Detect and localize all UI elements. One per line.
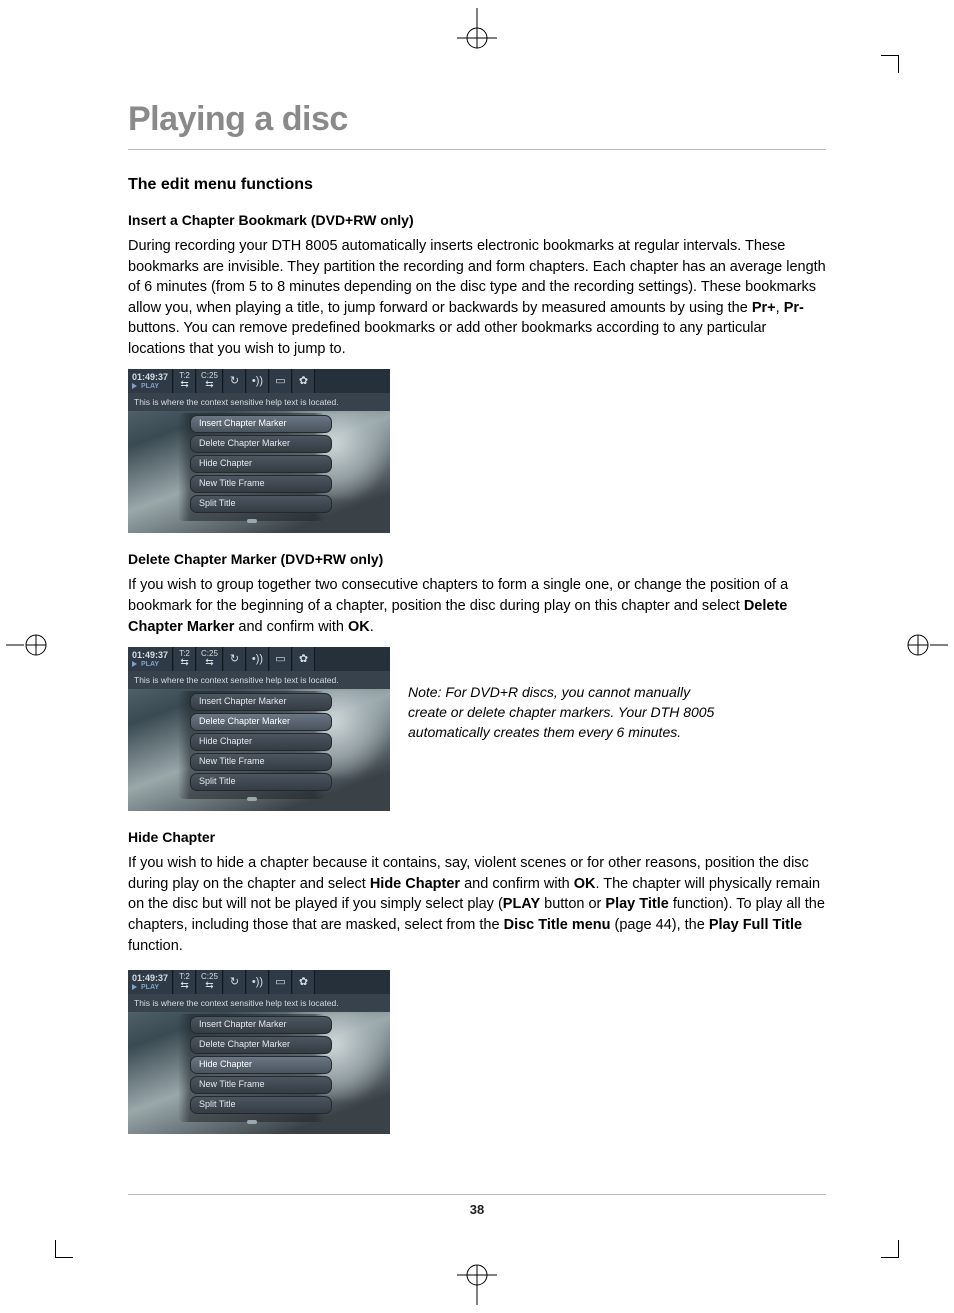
- hide-heading: Hide Chapter: [128, 829, 826, 845]
- crop-mark-top: [449, 8, 505, 54]
- crop-mark-bottom: [449, 1259, 505, 1305]
- osd-menu-item: Hide Chapter: [190, 1056, 332, 1074]
- osd-menu-item: Delete Chapter Marker: [190, 1036, 332, 1054]
- page-title: Playing a disc: [128, 100, 826, 150]
- osd-menu-item: Hide Chapter: [190, 455, 332, 473]
- hide-body: If you wish to hide a chapter because it…: [128, 853, 826, 956]
- insert-body: During recording your DTH 8005 automatic…: [128, 236, 826, 359]
- osd-menu-item: Split Title: [190, 495, 332, 513]
- osd-menu-item: Split Title: [190, 1096, 332, 1114]
- osd-menu-item: Delete Chapter Marker: [190, 435, 332, 453]
- osd-menu-item: New Title Frame: [190, 753, 332, 771]
- osd-menu-item: Insert Chapter Marker: [190, 693, 332, 711]
- insert-heading: Insert a Chapter Bookmark (DVD+RW only): [128, 212, 826, 228]
- trim-mark: [879, 1238, 899, 1258]
- osd-screenshot-delete: 01:49:37PLAYT:2⇆C:25⇆↻•))▭✿This is where…: [128, 647, 390, 811]
- crop-mark-left: [6, 630, 52, 665]
- osd-screenshot-hide: 01:49:37PLAYT:2⇆C:25⇆↻•))▭✿This is where…: [128, 970, 390, 1134]
- footer-rule: [128, 1194, 826, 1195]
- page-number: 38: [470, 1202, 484, 1217]
- osd-menu-item: Split Title: [190, 773, 332, 791]
- osd-menu-item: Delete Chapter Marker: [190, 713, 332, 731]
- osd-menu-item: Insert Chapter Marker: [190, 415, 332, 433]
- osd-screenshot-insert: 01:49:37PLAYT:2⇆C:25⇆↻•))▭✿This is where…: [128, 369, 390, 533]
- delete-heading: Delete Chapter Marker (DVD+RW only): [128, 551, 826, 567]
- delete-note: Note: For DVD+R discs, you cannot manual…: [408, 683, 728, 743]
- osd-menu-item: Insert Chapter Marker: [190, 1016, 332, 1034]
- crop-mark-right: [902, 630, 948, 665]
- osd-menu-item: Hide Chapter: [190, 733, 332, 751]
- osd-menu-item: New Title Frame: [190, 1076, 332, 1094]
- delete-body: If you wish to group together two consec…: [128, 575, 826, 637]
- osd-menu-item: New Title Frame: [190, 475, 332, 493]
- trim-mark: [879, 55, 899, 75]
- trim-mark: [55, 1238, 75, 1258]
- section-heading: The edit menu functions: [128, 176, 826, 194]
